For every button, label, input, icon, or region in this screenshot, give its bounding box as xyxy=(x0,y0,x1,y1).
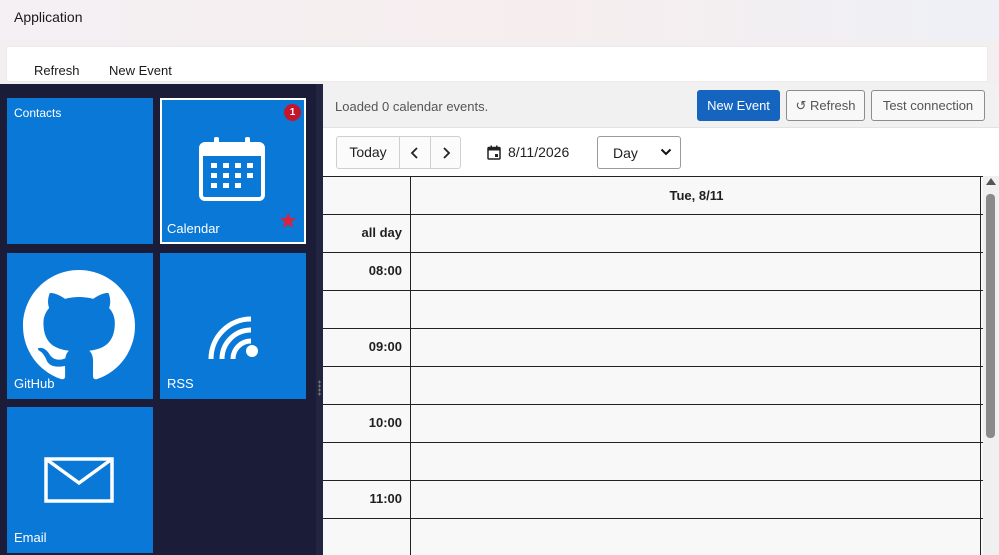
scroll-up-arrow[interactable] xyxy=(986,178,996,185)
time-slot-row: 09:00 xyxy=(323,329,983,367)
time-gutter: 11:00 xyxy=(323,481,411,518)
calendar-toolbar: Today 8/11/2026 Day xyxy=(323,128,999,176)
time-slot[interactable] xyxy=(412,405,981,442)
time-gutter xyxy=(323,443,411,480)
new-event-button[interactable]: New Event xyxy=(697,90,780,121)
calendar-icon xyxy=(199,137,265,201)
hour-label: 11:00 xyxy=(369,491,402,506)
time-gutter xyxy=(323,291,411,328)
scrollbar-thumb[interactable] xyxy=(986,194,995,438)
github-icon xyxy=(23,270,135,380)
tile-github[interactable]: GitHub xyxy=(7,253,153,399)
command-bar: Refresh New Event xyxy=(6,46,988,82)
view-select-value: Day xyxy=(613,145,638,161)
time-slot-row: 10:00 xyxy=(323,405,983,443)
notification-badge: 1 xyxy=(284,104,301,121)
day-view-grid: Tue, 8/11 all day 08:00 09:00 10:00 11:0… xyxy=(323,176,983,555)
time-slot[interactable] xyxy=(412,367,981,404)
time-gutter xyxy=(323,519,411,555)
time-gutter xyxy=(323,177,411,214)
dropdown-chevron-icon xyxy=(660,148,672,156)
title-bar: Application xyxy=(0,0,999,40)
navigation-group: Today xyxy=(336,136,461,169)
tile-email[interactable]: Email xyxy=(7,407,153,553)
hour-label: 09:00 xyxy=(368,339,402,354)
all-day-row: all day xyxy=(323,215,983,253)
day-header-row: Tue, 8/11 xyxy=(323,177,983,215)
time-slot-row: 11:00 xyxy=(323,481,983,519)
calendar-header: Loaded 0 calendar events. New Event ↺ Re… xyxy=(323,84,999,128)
tile-contacts[interactable]: Contacts xyxy=(7,98,153,244)
chevron-left-icon[interactable] xyxy=(400,137,430,168)
star-icon: ★ xyxy=(278,208,298,233)
time-gutter: 08:00 xyxy=(323,253,411,290)
tile-label: Contacts xyxy=(14,106,62,120)
time-slot-row xyxy=(323,291,983,329)
tile-label: RSS xyxy=(167,376,194,391)
time-slot-row xyxy=(323,367,983,405)
date-picker[interactable]: 8/11/2026 xyxy=(487,144,569,160)
time-slot-row xyxy=(323,443,983,481)
day-header-label: Tue, 8/11 xyxy=(669,188,724,203)
test-connection-button[interactable]: Test connection xyxy=(871,90,985,121)
time-slot[interactable] xyxy=(412,253,981,290)
time-slot[interactable] xyxy=(412,481,981,518)
calendar-pane: Loaded 0 calendar events. New Event ↺ Re… xyxy=(323,84,999,555)
chevron-right-icon[interactable] xyxy=(430,137,460,168)
refresh-command[interactable]: Refresh xyxy=(34,63,80,78)
status-text: Loaded 0 calendar events. xyxy=(335,99,489,114)
view-select[interactable]: Day xyxy=(597,136,681,169)
time-slot[interactable] xyxy=(412,519,981,555)
refresh-button[interactable]: ↺ Refresh xyxy=(786,90,865,121)
pane-splitter[interactable] xyxy=(316,84,323,555)
time-slot[interactable] xyxy=(412,329,981,366)
time-slot-row xyxy=(323,519,983,555)
tile-calendar[interactable]: 1 Calendar ★ xyxy=(160,98,306,244)
all-day-gutter: all day xyxy=(323,215,411,252)
hour-label: 08:00 xyxy=(368,263,402,278)
splitter-grip[interactable] xyxy=(318,380,321,396)
time-slot[interactable] xyxy=(412,291,981,328)
time-gutter: 09:00 xyxy=(323,329,411,366)
time-slot[interactable] xyxy=(412,443,981,480)
tile-pane: Contacts 1 Calendar ★ GitHub RSS Email xyxy=(0,84,316,555)
tile-rss[interactable]: RSS xyxy=(160,253,306,399)
new-event-command[interactable]: New Event xyxy=(109,63,172,78)
date-picker-icon xyxy=(487,145,501,160)
time-slot-row: 08:00 xyxy=(323,253,983,291)
all-day-slot[interactable] xyxy=(412,215,981,252)
today-button[interactable]: Today xyxy=(337,137,400,168)
hour-label: 10:00 xyxy=(368,415,402,430)
window-title: Application xyxy=(14,9,83,25)
tile-label: GitHub xyxy=(14,376,55,391)
time-gutter: 10:00 xyxy=(323,405,411,442)
date-value: 8/11/2026 xyxy=(508,144,570,160)
tile-label: Calendar xyxy=(167,221,220,236)
tile-label: Email xyxy=(14,530,47,545)
email-icon xyxy=(44,457,114,503)
vertical-scrollbar[interactable] xyxy=(983,176,999,555)
time-gutter xyxy=(323,367,411,404)
all-day-label: all day xyxy=(361,225,402,240)
rss-icon xyxy=(208,316,258,360)
